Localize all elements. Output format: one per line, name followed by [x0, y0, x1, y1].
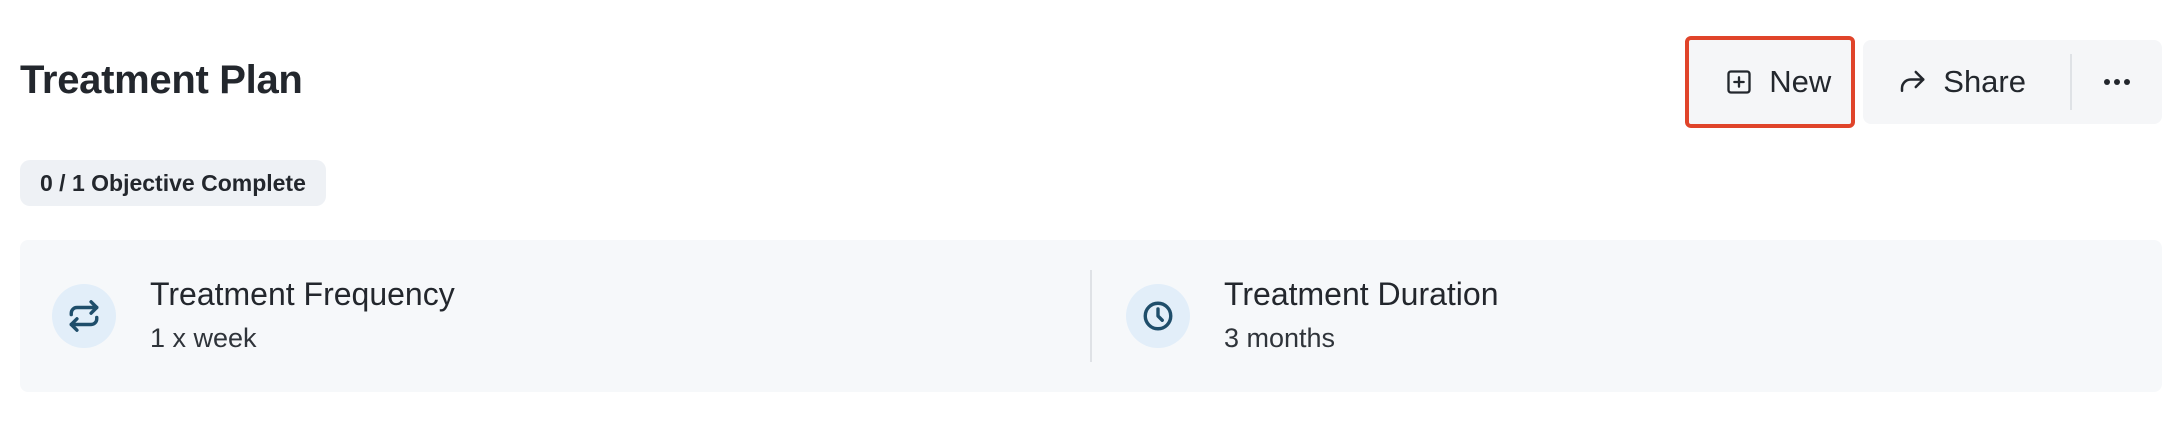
share-arrow-icon: [1897, 67, 1927, 97]
duration-value: 3 months: [1224, 323, 1336, 353]
frequency-value: 1 x week: [150, 323, 257, 353]
duration-label: Treatment Duration: [1224, 276, 1499, 312]
frequency-label: Treatment Frequency: [150, 276, 455, 312]
objective-progress-badge: 0 / 1 Objective Complete: [20, 160, 326, 206]
treatment-frequency: Treatment Frequency 1 x week: [20, 274, 1090, 358]
more-options-button[interactable]: [2072, 40, 2162, 124]
page-title: Treatment Plan: [20, 58, 303, 102]
treatment-details-card: Treatment Frequency 1 x week Treatment D…: [20, 240, 2162, 392]
share-more-group: Share: [1863, 40, 2162, 124]
frequency-icon-circle: [52, 284, 116, 348]
new-button[interactable]: New: [1685, 36, 1856, 128]
toolbar: New Share: [1685, 36, 2162, 128]
plus-square-icon: [1725, 68, 1753, 96]
share-button[interactable]: Share: [1863, 40, 2070, 124]
more-horizontal-icon: [2103, 78, 2131, 86]
duration-icon-circle: [1126, 284, 1190, 348]
clock-icon: [1141, 299, 1175, 333]
new-button-label: New: [1769, 64, 1832, 99]
treatment-duration: Treatment Duration 3 months: [1092, 274, 2162, 358]
repeat-icon: [67, 299, 101, 333]
share-button-label: Share: [1943, 64, 2026, 99]
